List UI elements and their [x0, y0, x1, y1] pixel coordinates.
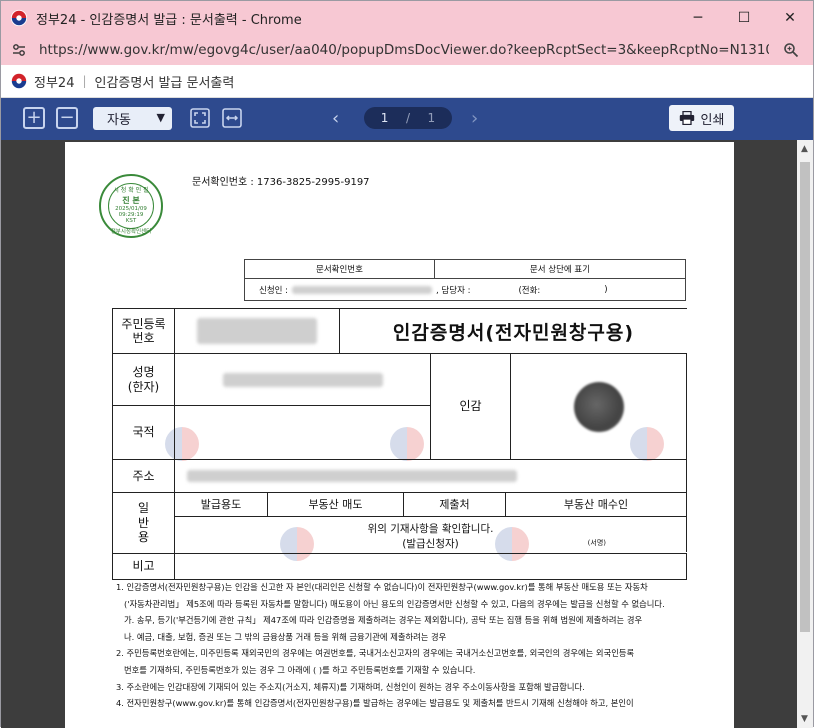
- address-value: [175, 460, 687, 492]
- zoom-out-button[interactable]: −: [56, 107, 78, 129]
- zoom-select-value: 자동: [107, 113, 131, 128]
- name-label: 성명 (한자): [113, 354, 175, 405]
- rrn-label: 주민등록 번호: [113, 309, 175, 353]
- zoom-icon[interactable]: [783, 42, 799, 58]
- usage-col1: 발급용도: [175, 493, 268, 516]
- stamp-datetime: 2025/01/09 09:29:19 KST: [101, 206, 161, 224]
- chevron-down-icon: ▼: [156, 111, 165, 124]
- notes: 1. 인감증명서(전자민원창구용)는 인감을 신고한 자 본인(대리인은 신청할…: [116, 579, 686, 712]
- page-title: 인감증명서 발급 문서출력: [94, 75, 235, 91]
- note-line: 가. 송무, 등기('부건등기에 관한 규칙」 제47조에 따라 인감증명을 제…: [124, 615, 643, 626]
- confirm-col1: 문서확인번호: [245, 260, 435, 278]
- brand-name: 정부24: [34, 75, 75, 91]
- stamp-tz: KST: [125, 218, 137, 224]
- vertical-scrollbar[interactable]: ▲ ▼: [797, 140, 813, 728]
- phone-end: ): [604, 284, 608, 295]
- zoom-select[interactable]: 자동 ▼: [93, 107, 172, 130]
- url-text[interactable]: https://www.gov.kr/mw/egovg4c/user/aa040…: [39, 42, 769, 58]
- confirm-box: 문서확인번호 문서 상단에 표기 신청인 : , 담당자 : (전화: ): [244, 259, 686, 301]
- rrn-value: [175, 309, 340, 353]
- confirm-statement: 위의 기재사항을 확인합니다. (발급신청자) (서명): [175, 517, 687, 552]
- gov24-logo-icon: [10, 9, 28, 27]
- phone-label: (전화:: [518, 285, 541, 296]
- note-line: 1. 인감증명서(전자민원창구용)는 인감을 신고한 자 본인(대리인은 신청할…: [116, 582, 648, 592]
- note-line: ('자동차관리법」 제5조에 따라 등록된 자동차를 말합니다) 매도용이 아닌…: [124, 598, 665, 609]
- close-button[interactable]: ✕: [767, 1, 813, 35]
- stamp-bottom-text: 정부시청확인센터: [110, 229, 152, 235]
- print-label: 인쇄: [700, 112, 725, 128]
- seal-impression: [573, 381, 624, 432]
- address-bar[interactable]: https://www.gov.kr/mw/egovg4c/user/aa040…: [1, 35, 813, 65]
- usage-val2: 부동산 매수인: [506, 493, 687, 516]
- usage-val1: 부동산 매도: [268, 493, 404, 516]
- close-icon: ✕: [784, 10, 796, 26]
- note-line: 번호를 기재하되, 주민등록번호가 있는 경우 그 아래에 ( )를 하고 주민…: [124, 664, 476, 675]
- certificate-form: 주민등록 번호 인감증명서(전자민원창구용) 성명 (한자) 국적 인감 주소 …: [112, 308, 687, 580]
- name-value: [175, 354, 431, 405]
- page-separator: /: [405, 111, 410, 125]
- nationality-value: [175, 406, 431, 459]
- stamp-top-text: 시 청 확 인 필: [113, 187, 149, 194]
- title-bar: 정부24 - 인감증명서 발급 : 문서출력 - Chrome ─ ☐ ✕: [1, 1, 813, 35]
- nationality-label: 국적: [113, 406, 175, 459]
- window-title: 정부24 - 인감증명서 발급 : 문서출력 - Chrome: [36, 12, 302, 28]
- note-line: 3. 주소란에는 인감대장에 기재되어 있는 주소지(거소지, 체류지)를 기재…: [116, 681, 585, 692]
- current-page[interactable]: 1: [381, 111, 389, 125]
- next-page-button[interactable]: ›: [471, 108, 478, 129]
- scroll-up-icon[interactable]: ▲: [801, 144, 808, 154]
- scrollbar-thumb[interactable]: [800, 162, 810, 632]
- site-info-icon[interactable]: [11, 42, 27, 58]
- remarks-value: [175, 554, 687, 579]
- seal-image: [511, 354, 687, 459]
- form-title: 인감증명서(전자민원창구용): [392, 321, 635, 344]
- document-number: 문서확인번호 : 1736-3825-2995-9197: [192, 177, 370, 188]
- minimize-icon: ─: [693, 10, 703, 26]
- authenticity-stamp: 시 청 확 인 필 진 본 2025/01/09 09:29:19 KST 정부…: [99, 174, 163, 238]
- maximize-icon: ☐: [737, 10, 751, 26]
- fit-page-button[interactable]: [189, 107, 211, 129]
- total-pages: 1: [427, 111, 436, 125]
- maximize-button[interactable]: ☐: [721, 1, 767, 35]
- scroll-down-icon[interactable]: ▼: [801, 714, 808, 724]
- document-viewer[interactable]: 시 청 확 인 필 진 본 2025/01/09 09:29:19 KST 정부…: [1, 140, 797, 728]
- printer-icon: [679, 111, 694, 125]
- document-page: 시 청 확 인 필 진 본 2025/01/09 09:29:19 KST 정부…: [65, 142, 734, 728]
- zoom-in-button[interactable]: +: [23, 107, 45, 129]
- gov24-logo-icon: [10, 72, 28, 90]
- browser-window: 정부24 - 인감증명서 발급 : 문서출력 - Chrome ─ ☐ ✕ ht…: [0, 0, 814, 728]
- stamp-center-text: 진 본: [122, 196, 140, 205]
- applicant-label: 신청인 :: [259, 285, 289, 296]
- app-header: 정부24 | 인감증명서 발급 문서출력: [1, 65, 813, 98]
- page-indicator[interactable]: 1 / 1: [364, 107, 452, 129]
- minus-icon: −: [59, 107, 75, 128]
- note-line: 나. 예금, 대출, 보험, 증권 또는 그 밖의 금융상품 거래 등을 위해 …: [124, 631, 447, 642]
- minimize-button[interactable]: ─: [675, 1, 721, 35]
- note-line: 4. 전자민원창구(www.gov.kr)를 통해 인감증명서(전자민원창구용)…: [116, 698, 634, 709]
- plus-icon: +: [26, 107, 42, 128]
- confirm-col2: 문서 상단에 표기: [529, 265, 591, 275]
- fit-width-button[interactable]: [221, 107, 243, 129]
- note-line: 2. 주민등록번호란에는, 미주민등록 재외국민의 경우에는 여권번호를, 국내…: [116, 648, 635, 659]
- print-button[interactable]: 인쇄: [669, 105, 734, 131]
- usage-label: 일 반 용: [113, 493, 175, 553]
- applicant-text: (발급신청자): [402, 538, 459, 550]
- contact-label: , 담당자 :: [436, 285, 471, 296]
- address-label: 주소: [113, 460, 175, 492]
- confirm-text: 위의 기재사항을 확인합니다.: [367, 523, 494, 535]
- redacted-applicant: [292, 285, 433, 294]
- prev-page-button[interactable]: ‹: [332, 108, 339, 129]
- signature-label: (서명): [587, 539, 606, 547]
- seal-label: 인감: [431, 354, 511, 459]
- remarks-label: 비고: [113, 554, 175, 579]
- viewer-toolbar: + − 자동 ▼ ‹ 1 / 1 › 인쇄: [1, 98, 813, 140]
- usage-col2: 제출처: [404, 493, 506, 516]
- header-separator: |: [82, 74, 87, 88]
